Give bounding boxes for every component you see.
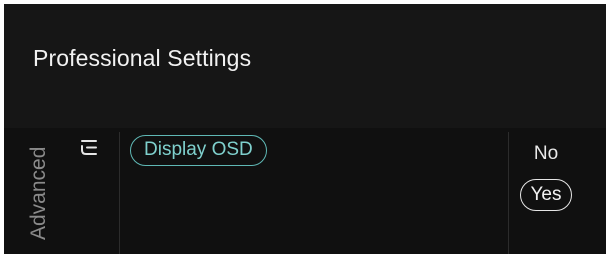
tv-settings-screen: Professional Settings Advanced Display O…	[0, 0, 610, 258]
menu-lines-icon	[81, 140, 97, 155]
option-yes[interactable]: Yes	[520, 179, 572, 211]
option-no[interactable]: No	[526, 143, 566, 165]
page-title: Professional Settings	[33, 45, 252, 71]
column-divider	[119, 132, 120, 254]
column-divider	[508, 132, 509, 254]
menu-item-display-osd[interactable]: Display OSD	[130, 135, 267, 166]
category-label-advanced[interactable]: Advanced	[27, 147, 51, 240]
